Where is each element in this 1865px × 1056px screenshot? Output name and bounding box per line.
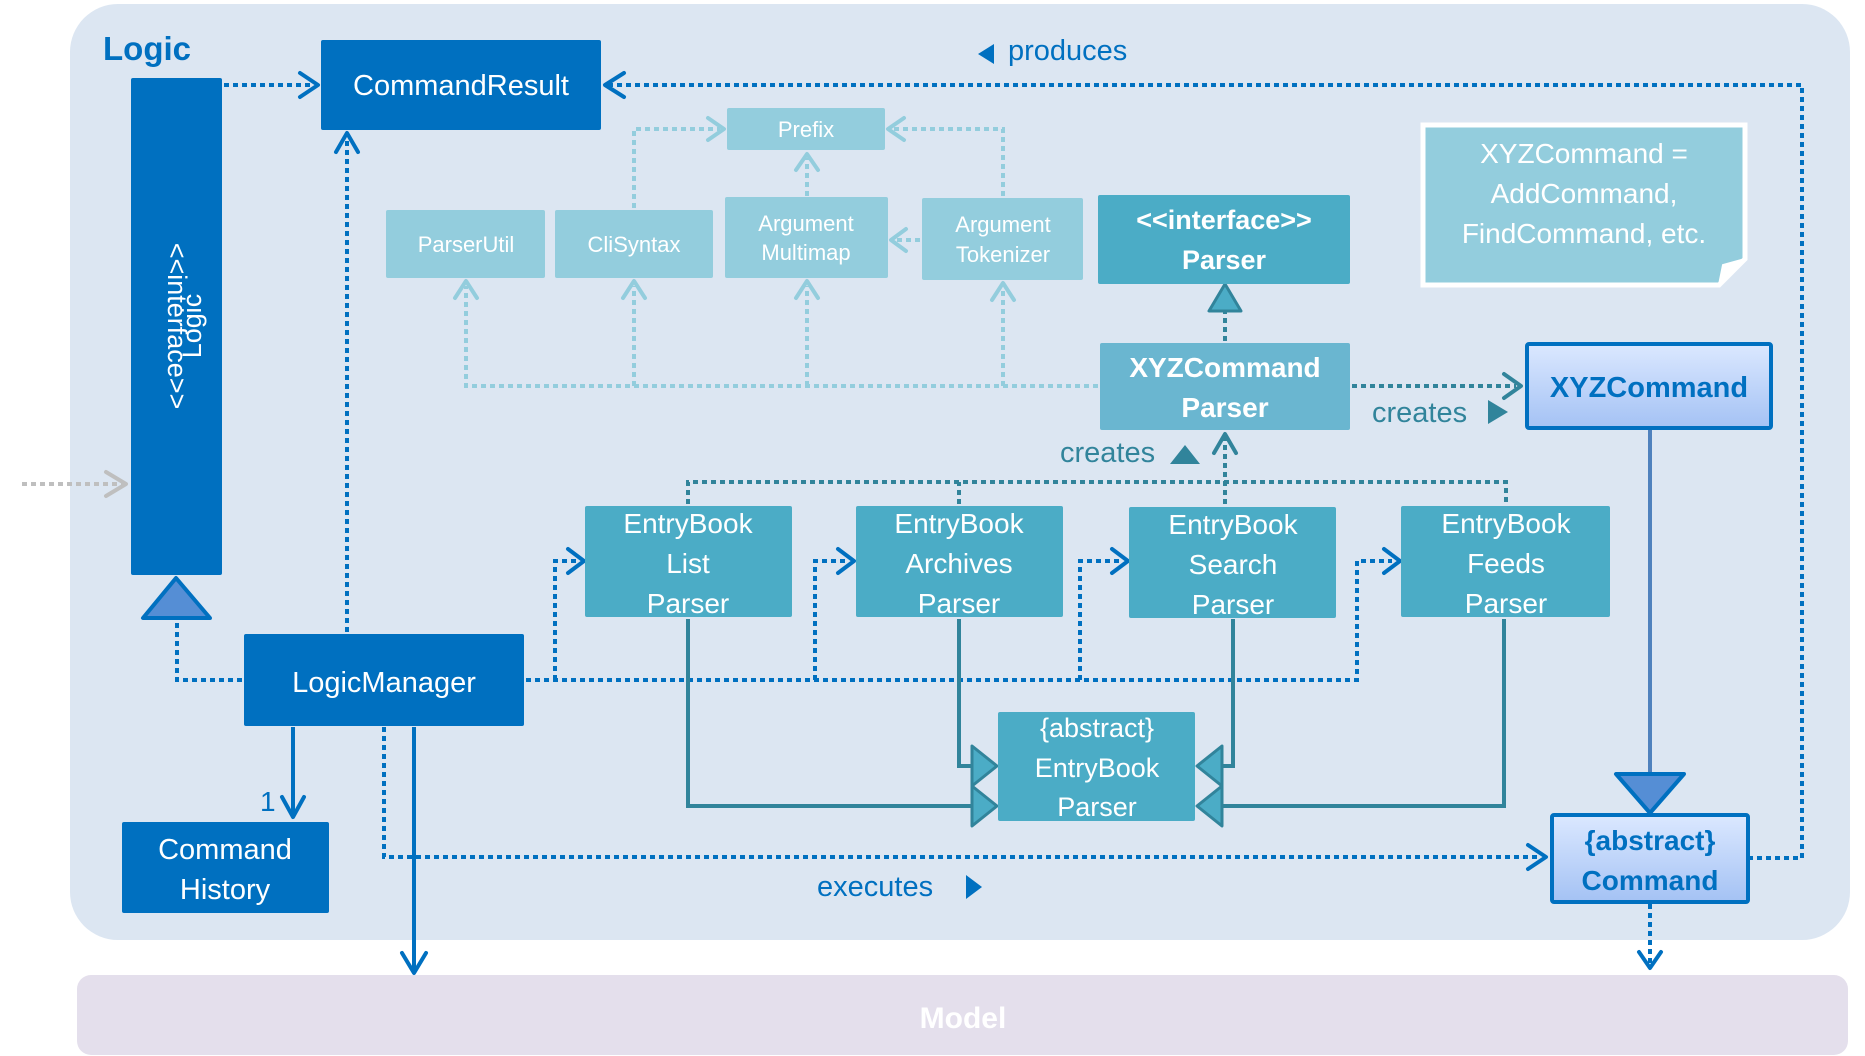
class-abstract-command-line2: Command (1582, 865, 1719, 896)
interface-logic-label: Logic (177, 294, 207, 359)
class-abstract-command[interactable]: {abstract} Command (1550, 813, 1750, 904)
class-xyzcommand-label: XYZCommand (1550, 372, 1748, 404)
note-line1: XYZCommand = (1480, 138, 1688, 169)
class-commandresult-label: CommandResult (353, 70, 569, 102)
class-entrybook-search-parser-line2: Search (1189, 549, 1278, 580)
class-abstract-entrybook-parser[interactable]: {abstract} EntryBook Parser (998, 712, 1195, 822)
class-argumentmultimap-line1: Argument (758, 211, 853, 236)
class-entrybook-feeds-parser-line1: EntryBook (1441, 508, 1571, 539)
class-abstract-entrybook-parser-line1: {abstract} (1040, 713, 1154, 743)
logic-class-diagram: Model Logic produces 1 executes creates (22, 4, 1850, 1055)
class-parserutil-label: ParserUtil (418, 232, 515, 257)
class-argumenttokenizer-line1: Argument (955, 212, 1050, 237)
interface-logic[interactable]: <<interface>> Logic (131, 78, 222, 575)
class-prefix-label: Prefix (778, 117, 834, 142)
class-entrybook-feeds-parser-line3: Parser (1465, 588, 1547, 619)
class-xyzcommandparser[interactable]: XYZCommand Parser (1100, 343, 1350, 430)
class-entrybook-list-parser[interactable]: EntryBook List Parser (585, 506, 792, 619)
class-clisyntax-label: CliSyntax (588, 232, 681, 257)
class-entrybook-feeds-parser-line2: Feeds (1467, 548, 1545, 579)
class-entrybook-search-parser-line3: Parser (1192, 589, 1274, 620)
class-argumenttokenizer[interactable]: Argument Tokenizer (922, 198, 1083, 280)
class-parserutil[interactable]: ParserUtil (386, 210, 545, 278)
interface-parser[interactable]: <<interface>> Parser (1098, 195, 1350, 284)
class-clisyntax[interactable]: CliSyntax (555, 210, 713, 278)
class-commandresult[interactable]: CommandResult (321, 40, 601, 130)
commandhistory-multiplicity: 1 (260, 786, 276, 817)
class-entrybook-list-parser-line3: Parser (647, 588, 729, 619)
class-entrybook-search-parser[interactable]: EntryBook Search Parser (1129, 507, 1336, 620)
class-xyzcommandparser-line2: Parser (1181, 392, 1268, 423)
note-xyzcommand: XYZCommand = AddCommand, FindCommand, et… (1420, 122, 1748, 288)
creates-command-label: creates (1372, 397, 1467, 429)
class-abstract-entrybook-parser-line2: EntryBook (1035, 753, 1160, 783)
class-argumenttokenizer-line2: Tokenizer (956, 242, 1050, 267)
class-entrybook-archives-parser[interactable]: EntryBook Archives Parser (856, 506, 1063, 619)
class-prefix[interactable]: Prefix (727, 108, 885, 150)
note-line2: AddCommand, (1491, 178, 1678, 209)
class-logicmanager-label: LogicManager (292, 667, 476, 699)
class-commandhistory[interactable]: Command History (122, 822, 329, 913)
class-argumentmultimap[interactable]: Argument Multimap (725, 197, 888, 278)
class-entrybook-archives-parser-line2: Archives (905, 548, 1012, 579)
class-entrybook-feeds-parser[interactable]: EntryBook Feeds Parser (1401, 506, 1610, 619)
class-entrybook-list-parser-line1: EntryBook (623, 508, 753, 539)
class-entrybook-search-parser-line1: EntryBook (1168, 509, 1298, 540)
class-xyzcommandparser-line1: XYZCommand (1129, 352, 1320, 383)
class-abstract-command-line1: {abstract} (1585, 825, 1716, 856)
class-xyzcommand[interactable]: XYZCommand (1525, 342, 1773, 430)
produces-label: produces (1008, 35, 1127, 67)
model-package-label: Model (920, 1002, 1007, 1035)
class-entrybook-list-parser-line2: List (666, 548, 710, 579)
class-argumentmultimap-line2: Multimap (761, 240, 850, 265)
class-commandhistory-line2: History (180, 874, 271, 906)
class-entrybook-archives-parser-line3: Parser (918, 588, 1000, 619)
interface-parser-label: Parser (1182, 245, 1267, 275)
class-commandhistory-line1: Command (158, 834, 292, 866)
logic-package-label: Logic (103, 30, 191, 67)
class-abstract-entrybook-parser-line3: Parser (1057, 792, 1137, 822)
class-logicmanager[interactable]: LogicManager (244, 634, 524, 726)
note-line3: FindCommand, etc. (1462, 218, 1706, 249)
interface-parser-stereotype: <<interface>> (1136, 205, 1312, 235)
creates-parser-label: creates (1060, 437, 1155, 469)
class-entrybook-archives-parser-line1: EntryBook (894, 508, 1024, 539)
executes-label: executes (817, 871, 933, 903)
